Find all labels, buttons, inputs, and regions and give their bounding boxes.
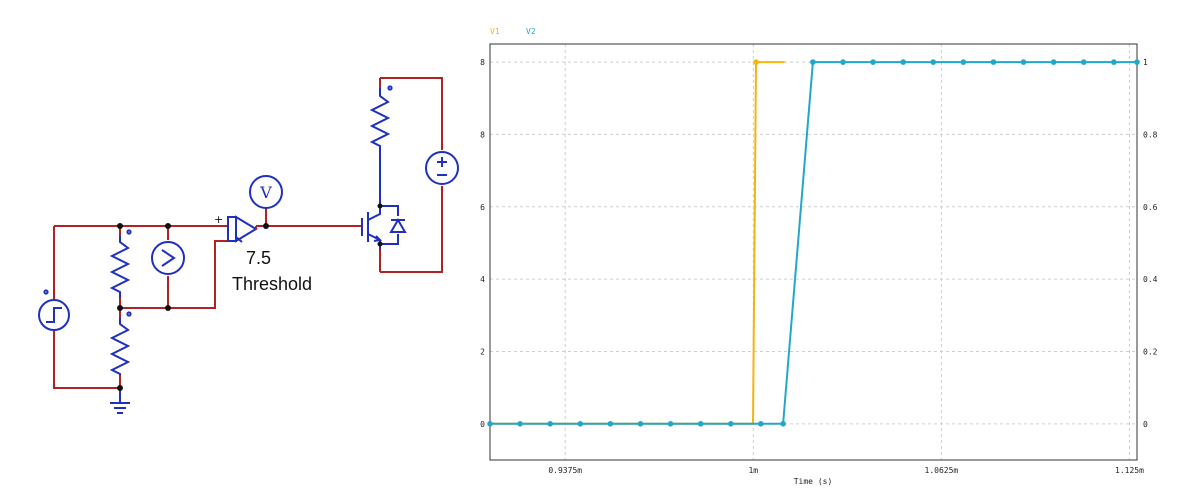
comparator[interactable]: + — [214, 213, 258, 243]
series-marker-v2 — [900, 59, 906, 65]
left-tick-label: 4 — [480, 275, 485, 284]
x-tick-label: 1.0625m — [925, 466, 959, 475]
left-tick-label: 0 — [480, 420, 485, 429]
x-tick-label: 1m — [748, 466, 758, 475]
comparator-value: 7.5 — [246, 248, 271, 268]
series-marker-v2 — [727, 421, 734, 427]
right-tick-label: 0.4 — [1143, 275, 1158, 284]
series-marker-v2 — [810, 59, 816, 65]
series-marker-v2 — [1020, 59, 1027, 65]
legend-v1: V1 — [490, 27, 500, 36]
series-marker-v2 — [547, 421, 553, 427]
series-marker-v2 — [960, 59, 967, 65]
series-marker-v2 — [607, 421, 614, 427]
series-line-v2 — [490, 61, 1137, 425]
x-axis: 0.9375m 1m 1.0625m 1.125m — [548, 466, 1144, 475]
series-marker-v1 — [753, 59, 759, 65]
load-resistor[interactable] — [369, 85, 393, 192]
left-tick-label: 8 — [480, 130, 485, 139]
series-marker-v2 — [870, 59, 876, 65]
voltmeter-label: V — [259, 183, 272, 202]
voltage-sensor[interactable] — [151, 241, 185, 275]
series-marker-v2 — [840, 59, 846, 65]
series-marker-v2 — [780, 421, 786, 427]
series-marker-v2 — [1050, 59, 1057, 65]
left-tick-label: 8 — [480, 58, 485, 67]
left-axis: 0 2 4 6 8 8 — [480, 58, 485, 429]
x-axis-label: Time (s) — [794, 477, 833, 486]
legend-v2: V2 — [526, 27, 536, 36]
right-tick-label: 0.6 — [1143, 203, 1158, 212]
series-marker-v2 — [667, 421, 674, 427]
comparator-plus-sign: + — [214, 213, 223, 226]
left-tick-label: 2 — [480, 347, 485, 356]
right-tick-label: 0.8 — [1143, 130, 1158, 139]
grid — [490, 44, 1137, 460]
series-line-v1 — [490, 61, 785, 425]
right-tick-label: 0 — [1143, 420, 1148, 429]
series-marker-v2 — [637, 421, 644, 427]
right-tick-label: 1 — [1143, 58, 1148, 67]
resistor-r2[interactable] — [109, 311, 132, 375]
series-marker-v2 — [697, 421, 704, 427]
right-axis: 0 0.2 0.4 0.6 0.8 1 — [1143, 58, 1158, 429]
series-marker-v2 — [517, 421, 523, 427]
series-marker-v2 — [577, 421, 584, 427]
series-marker-v2 — [1080, 59, 1087, 65]
legend: V1 V2 — [490, 27, 536, 36]
right-tick-label: 0.2 — [1143, 347, 1158, 356]
series-marker-v2 — [758, 421, 764, 427]
series-marker-v2 — [1111, 59, 1117, 65]
x-tick-label: 0.9375m — [548, 466, 582, 475]
series-marker-v2 — [487, 421, 493, 427]
dc-voltage-source[interactable] — [425, 151, 459, 185]
voltmeter[interactable]: V — [249, 175, 283, 209]
comparator-label: Threshold — [232, 274, 312, 294]
ground-symbol — [110, 388, 130, 414]
resistor-r1[interactable] — [109, 229, 132, 298]
left-tick-label: 6 — [480, 203, 485, 212]
circuit-schematic: + V 7.5 Threshold — [38, 77, 459, 414]
series-marker-v2 — [990, 59, 997, 65]
series-marker-v2 — [930, 59, 937, 65]
series-layer — [487, 59, 1140, 427]
plot-frame — [489, 43, 1138, 461]
x-tick-label: 1.125m — [1115, 466, 1144, 475]
igbt-switch[interactable] — [361, 192, 407, 250]
waveform-plot[interactable]: V1 V2 0 2 4 6 8 8 0 0.2 0.4 0.6 0.8 1 0.9375m 1m 1.0… — [470, 0, 1177, 499]
series-marker-v2 — [1134, 59, 1140, 65]
